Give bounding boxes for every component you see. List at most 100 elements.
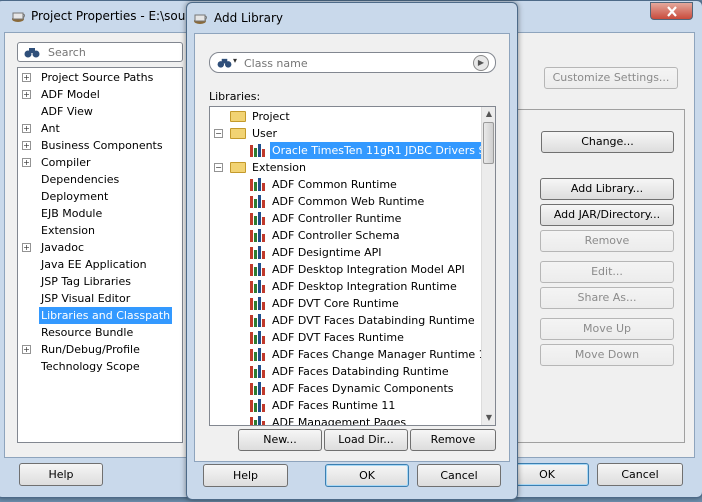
class-name-input[interactable] xyxy=(242,55,466,72)
library-item[interactable]: ADF Faces Dynamic Components xyxy=(210,380,482,397)
nav-item[interactable]: JSP Visual Editor xyxy=(18,290,182,307)
library-icon xyxy=(250,212,266,225)
scrollbar-thumb[interactable] xyxy=(483,122,494,164)
add-library-client: ▾ ▶ Libraries: Project − User Oracle TimesT… xyxy=(194,33,510,462)
library-icon xyxy=(250,331,266,344)
folder-open-icon xyxy=(230,128,246,139)
folder-icon xyxy=(230,111,246,122)
remove-library-button[interactable]: Remove xyxy=(410,429,496,451)
collapse-icon[interactable]: − xyxy=(214,163,223,172)
expand-icon[interactable]: + xyxy=(22,73,31,82)
search-field[interactable] xyxy=(17,42,183,62)
library-item[interactable]: ADF Common Runtime xyxy=(210,176,482,193)
nav-item[interactable]: + Run/Debug/Profile xyxy=(18,341,182,358)
library-item[interactable]: ADF Desktop Integration Runtime xyxy=(210,278,482,295)
library-item-label: ADF Faces Dynamic Components xyxy=(272,382,454,395)
nav-item[interactable]: JSP Tag Libraries xyxy=(18,273,182,290)
library-item-label: ADF Desktop Integration Runtime xyxy=(272,280,457,293)
share-as-button[interactable]: Share As... xyxy=(540,287,674,309)
remove-button[interactable]: Remove xyxy=(540,230,674,252)
nav-item[interactable]: + Business Components xyxy=(18,137,182,154)
library-item[interactable]: ADF Management Pages xyxy=(210,414,482,426)
library-item[interactable]: ADF Faces Databinding Runtime xyxy=(210,363,482,380)
library-item[interactable]: ADF DVT Faces Databinding Runtime xyxy=(210,312,482,329)
tree-node-user[interactable]: − User xyxy=(210,125,482,142)
go-arrow-icon[interactable]: ▶ xyxy=(473,55,489,71)
nav-item[interactable]: Extension xyxy=(18,222,182,239)
chevron-down-icon[interactable]: ▾ xyxy=(233,56,237,65)
expand-icon[interactable]: + xyxy=(22,124,31,133)
library-item[interactable]: ADF Designtime API xyxy=(210,244,482,261)
tree-node-extension[interactable]: − Extension xyxy=(210,159,482,176)
library-item[interactable]: ADF Faces Change Manager Runtime 11 xyxy=(210,346,493,363)
nav-item[interactable]: Libraries and Classpath xyxy=(18,307,182,324)
move-up-button[interactable]: Move Up xyxy=(540,318,674,340)
scroll-down-arrow-icon[interactable]: ▼ xyxy=(482,411,495,425)
library-item-label: ADF Faces Change Manager Runtime 11 xyxy=(272,348,493,361)
nav-item[interactable]: + Javadoc xyxy=(18,239,182,256)
close-button[interactable] xyxy=(650,2,693,20)
nav-item-label: Technology Scope xyxy=(41,360,140,373)
change-button[interactable]: Change... xyxy=(541,131,674,153)
library-icon xyxy=(250,246,266,259)
vertical-scrollbar[interactable]: ▲ ▼ xyxy=(481,107,495,425)
add-library-titlebar[interactable]: Add Library xyxy=(187,3,517,33)
libraries-tree[interactable]: Project − User Oracle TimesTen 11gR1 JDBC D… xyxy=(209,106,496,426)
library-icon xyxy=(250,382,266,395)
nav-item[interactable]: + ADF Model xyxy=(18,86,182,103)
search-input[interactable] xyxy=(46,44,180,61)
nav-item[interactable]: + Project Source Paths xyxy=(18,69,182,86)
library-item-label: ADF Faces Databinding Runtime xyxy=(272,365,449,378)
expand-icon[interactable]: + xyxy=(22,141,31,150)
cancel-button[interactable]: Cancel xyxy=(597,463,683,486)
library-item-selected-label: Oracle TimesTen 11gR1 JDBC Drivers SDK 6 xyxy=(270,142,496,159)
library-item[interactable]: ADF Controller Runtime xyxy=(210,210,482,227)
collapse-icon[interactable]: − xyxy=(214,129,223,138)
nav-item[interactable]: Deployment xyxy=(18,188,182,205)
nav-item[interactable]: Technology Scope xyxy=(18,358,182,375)
load-dir-button[interactable]: Load Dir... xyxy=(324,429,408,451)
add-library-window: Add Library ▾ ▶ Libraries: Project − User O… xyxy=(186,2,518,500)
nav-item[interactable]: + Compiler xyxy=(18,154,182,171)
library-item[interactable]: ADF Controller Schema xyxy=(210,227,482,244)
expand-icon[interactable]: + xyxy=(22,243,31,252)
customize-settings-button[interactable]: Customize Settings... xyxy=(544,67,678,89)
add-library-help-button[interactable]: Help xyxy=(203,464,288,487)
library-icon xyxy=(250,348,266,361)
add-jar-directory-button[interactable]: Add JAR/Directory... xyxy=(540,204,674,226)
nav-item[interactable]: Java EE Application xyxy=(18,256,182,273)
move-down-button[interactable]: Move Down xyxy=(540,344,674,366)
help-button[interactable]: Help xyxy=(19,463,103,486)
tree-node-project[interactable]: Project xyxy=(210,108,482,125)
expand-icon[interactable]: + xyxy=(22,158,31,167)
tree-node-project-label: Project xyxy=(252,110,290,123)
nav-item[interactable]: Dependencies xyxy=(18,171,182,188)
library-item-label: ADF Management Pages xyxy=(272,416,407,426)
library-icon xyxy=(250,297,266,310)
nav-item[interactable]: ADF View xyxy=(18,103,182,120)
app-cup-icon xyxy=(12,12,25,22)
edit-button[interactable]: Edit... xyxy=(540,261,674,283)
add-library-ok-button[interactable]: OK xyxy=(325,464,409,487)
add-library-button[interactable]: Add Library... xyxy=(540,178,674,200)
new-library-button[interactable]: New... xyxy=(238,429,322,451)
library-item[interactable]: ADF DVT Core Runtime xyxy=(210,295,482,312)
library-item-label: ADF Designtime API xyxy=(272,246,382,259)
nav-item[interactable]: Resource Bundle xyxy=(18,324,182,341)
nav-item[interactable]: + Ant xyxy=(18,120,182,137)
nav-item-label: Resource Bundle xyxy=(41,326,134,339)
nav-item[interactable]: EJB Module xyxy=(18,205,182,222)
category-tree[interactable]: + Project Source Paths + ADF Model ADF View +… xyxy=(17,67,183,443)
nav-item-label: ADF View xyxy=(41,105,93,118)
library-item-selected[interactable]: Oracle TimesTen 11gR1 JDBC Drivers SDK 6 xyxy=(210,142,496,159)
expand-icon[interactable]: + xyxy=(22,345,31,354)
class-name-field[interactable]: ▾ ▶ xyxy=(209,52,496,73)
scroll-up-arrow-icon[interactable]: ▲ xyxy=(482,107,495,121)
library-item[interactable]: ADF DVT Faces Runtime xyxy=(210,329,482,346)
add-library-title: Add Library xyxy=(214,11,284,25)
expand-icon[interactable]: + xyxy=(22,90,31,99)
library-item[interactable]: ADF Desktop Integration Model API xyxy=(210,261,482,278)
library-item[interactable]: ADF Common Web Runtime xyxy=(210,193,482,210)
library-item[interactable]: ADF Faces Runtime 11 xyxy=(210,397,482,414)
add-library-cancel-button[interactable]: Cancel xyxy=(417,464,501,487)
